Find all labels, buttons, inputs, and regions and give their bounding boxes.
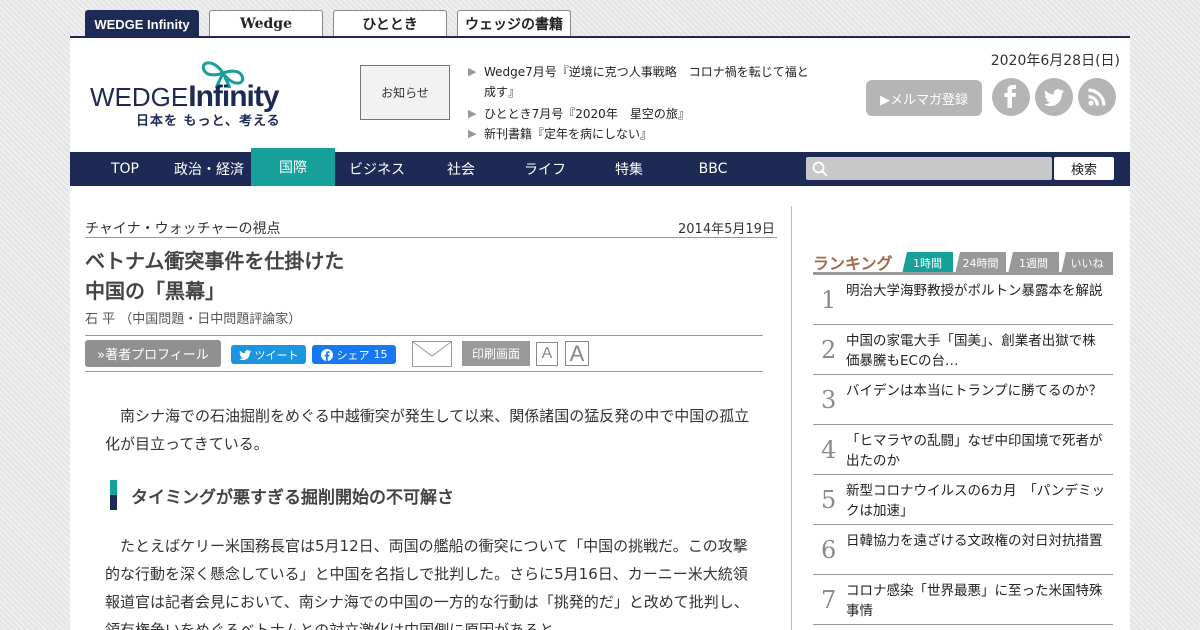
site-tabs: WEDGE Infinity Wedge ひととき ウェッジの書籍 bbox=[85, 10, 571, 37]
news-list: Wedge7月号『逆境に克つ人事戦略 コロナ禍を転じて福と成す』 ひととき7月号… bbox=[468, 62, 813, 144]
rss-icon bbox=[1088, 88, 1106, 106]
ranking-number: 1 bbox=[821, 286, 837, 314]
ranking-tab-24h[interactable]: 24時間 bbox=[955, 252, 1006, 274]
ranking-link[interactable]: 日韓協力を遠ざける文政権の対日対抗措置 bbox=[846, 531, 1108, 551]
print-button[interactable]: 印刷画面 bbox=[462, 341, 530, 366]
series-title[interactable]: チャイナ・ウォッチャーの視点 bbox=[85, 218, 280, 238]
nav-politics-economy[interactable]: 政治・経済 bbox=[167, 152, 251, 186]
ranking-list: 1 明治大学海野教授がポルトン暴露本を解説 2 中国の家電大手「国美」、創業者出獄で… bbox=[813, 275, 1113, 625]
ranking-tab-likes[interactable]: いいね bbox=[1061, 252, 1113, 274]
tweet-label: ツイート bbox=[254, 348, 299, 362]
site-header: WEDGEInfinity 日本を もっと、考える お知らせ Wedge7月号『… bbox=[70, 36, 1130, 152]
ranking-number: 3 bbox=[821, 386, 837, 414]
ranking-item[interactable]: 7 コロナ感染「世界最悪」に至った米国特殊事情 bbox=[813, 575, 1113, 625]
ranking-number: 4 bbox=[821, 436, 837, 464]
ranking-number: 7 bbox=[821, 586, 837, 614]
ranking-tab-1w[interactable]: 1週間 bbox=[1008, 252, 1059, 274]
mail-icon[interactable] bbox=[412, 341, 452, 367]
share-count: 15 bbox=[373, 348, 388, 361]
twitter-icon bbox=[1044, 89, 1064, 107]
news-item[interactable]: 新刊書籍『定年を病にしない』 bbox=[468, 124, 813, 144]
main-content: チャイナ・ウォッチャーの視点 2014年5月19日 ベトナム衝突事件を仕掛けた … bbox=[70, 186, 1130, 630]
site-logo[interactable]: WEDGEInfinity 日本を もっと、考える bbox=[90, 58, 320, 129]
notice-label: お知らせ bbox=[360, 65, 450, 120]
ranking-item[interactable]: 5 新型コロナウイルスの6カ月 「パンデミックは加速」 bbox=[813, 475, 1113, 525]
font-size-large-button[interactable]: A bbox=[565, 341, 589, 366]
ranking-item[interactable]: 1 明治大学海野教授がポルトン暴露本を解説 bbox=[813, 275, 1113, 325]
ranking-link[interactable]: 「ヒマラヤの乱闘」なぜ中印国境で死者が出たのか bbox=[846, 431, 1108, 471]
ranking-header: ランキング 1時間 24時間 1週間 いいね bbox=[813, 248, 1113, 274]
rss-icon[interactable] bbox=[1078, 78, 1116, 116]
ranking-number: 5 bbox=[821, 486, 837, 514]
site-tab-wedge-infinity[interactable]: WEDGE Infinity bbox=[85, 10, 199, 37]
article-title-line: 中国の「黒幕」 bbox=[85, 279, 225, 303]
mailmag-button[interactable]: ▶メルマガ登録 bbox=[866, 80, 982, 116]
facebook-share-button[interactable]: シェア 15 bbox=[312, 345, 396, 364]
ranking-item[interactable]: 6 日韓協力を遠ざける文政権の対日対抗措置 bbox=[813, 525, 1113, 575]
subheading-text: タイミングが悪すぎる掘削開始の不可解さ bbox=[131, 487, 454, 508]
site-tab-books[interactable]: ウェッジの書籍 bbox=[457, 10, 571, 37]
share-label: シェア bbox=[336, 348, 370, 362]
news-item[interactable]: Wedge7月号『逆境に克つ人事戦略 コロナ禍を転じて福と成す』 bbox=[468, 62, 813, 103]
ranking-item[interactable]: 2 中国の家電大手「国美」、創業者出獄で株価暴騰もECの台… bbox=[813, 325, 1113, 375]
main-nav: TOP 政治・経済 国際 ビジネス 社会 ライフ 特集 BBC 検索 bbox=[70, 148, 1130, 186]
facebook-icon bbox=[1004, 85, 1016, 108]
twitter-icon[interactable] bbox=[1035, 78, 1073, 116]
nav-business[interactable]: ビジネス bbox=[335, 152, 419, 186]
search-input[interactable] bbox=[806, 157, 1052, 180]
ranking-item[interactable]: 4 「ヒマラヤの乱闘」なぜ中印国境で死者が出たのか bbox=[813, 425, 1113, 475]
article-paragraph: たとえばケリー米国務長官は5月12日、両国の艦船の衝突について「中国の挑戦だ。こ… bbox=[105, 537, 749, 630]
article-paragraph: 南シナ海での石油掘削をめぐる中越衝突が発生して以来、関係諸国の猛反発の中で中国の… bbox=[105, 407, 750, 453]
article-subheading: タイミングが悪すぎる掘削開始の不可解さ bbox=[110, 480, 454, 510]
column-divider bbox=[791, 206, 792, 630]
ranking-link[interactable]: バイデンは本当にトランプに勝てるのか？ bbox=[846, 381, 1108, 401]
ranking-number: 6 bbox=[821, 536, 837, 564]
nav-bbc[interactable]: BBC bbox=[671, 152, 755, 186]
ranking-link[interactable]: 新型コロナウイルスの6カ月 「パンデミックは加速」 bbox=[846, 481, 1108, 521]
site-tab-hitotoki[interactable]: ひととき bbox=[333, 10, 447, 37]
nav-international[interactable]: 国際 bbox=[251, 148, 335, 186]
ranking-tab-1h[interactable]: 1時間 bbox=[902, 252, 953, 274]
divider bbox=[85, 237, 777, 238]
site-tab-wedge[interactable]: Wedge bbox=[209, 10, 323, 37]
tweet-button[interactable]: ツイート bbox=[231, 345, 306, 364]
font-size-small-button[interactable]: A bbox=[536, 342, 558, 366]
facebook-icon[interactable] bbox=[992, 78, 1030, 116]
current-date: 2020年6月28日(日) bbox=[990, 53, 1120, 69]
search-icon bbox=[812, 161, 828, 177]
article-title-line: ベトナム衝突事件を仕掛けた bbox=[85, 249, 345, 273]
ranking-item[interactable]: 3 バイデンは本当にトランプに勝てるのか？ bbox=[813, 375, 1113, 425]
divider bbox=[85, 335, 763, 336]
ranking-title: ランキング bbox=[813, 254, 893, 273]
ranking-number: 2 bbox=[821, 336, 837, 364]
nav-top[interactable]: TOP bbox=[83, 152, 167, 186]
divider bbox=[85, 371, 763, 372]
nav-society[interactable]: 社会 bbox=[419, 152, 503, 186]
nav-life[interactable]: ライフ bbox=[503, 152, 587, 186]
search-button[interactable]: 検索 bbox=[1054, 157, 1114, 180]
twitter-icon bbox=[238, 349, 251, 360]
article-title: ベトナム衝突事件を仕掛けた 中国の「黒幕」 bbox=[85, 246, 344, 306]
article-date: 2014年5月19日 bbox=[678, 222, 775, 237]
nav-feature[interactable]: 特集 bbox=[587, 152, 671, 186]
ranking-link[interactable]: 明治大学海野教授がポルトン暴露本を解説 bbox=[846, 281, 1108, 301]
article-author: 石 平 （中国問題・日中問題評論家） bbox=[85, 312, 302, 327]
ranking-link[interactable]: コロナ感染「世界最悪」に至った米国特殊事情 bbox=[846, 581, 1108, 621]
facebook-icon bbox=[320, 348, 333, 361]
news-item[interactable]: ひととき7月号『2020年 星空の旅』 bbox=[468, 104, 813, 124]
logo-tagline: 日本を もっと、考える bbox=[136, 114, 281, 129]
ranking-link[interactable]: 中国の家電大手「国美」、創業者出獄で株価暴騰もECの台… bbox=[846, 331, 1108, 371]
subheading-bar bbox=[110, 480, 117, 510]
logo-wordmark: WEDGEInfinity bbox=[90, 80, 280, 113]
author-profile-button[interactable]: »著者プロフィール bbox=[85, 340, 221, 367]
